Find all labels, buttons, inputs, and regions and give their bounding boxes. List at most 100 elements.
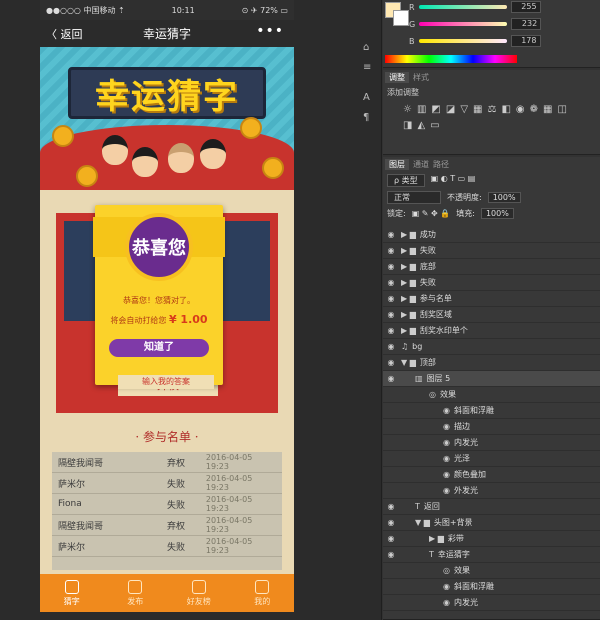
visibility-eye-icon[interactable]: ◉ <box>385 358 397 367</box>
invert-icon[interactable]: ◫ <box>557 104 566 115</box>
effect-icon: ◉ <box>443 438 450 447</box>
layer-row[interactable]: ◉ ▶ ▆ 底部 <box>383 259 600 275</box>
mixer-icon[interactable]: ❁ <box>530 104 538 115</box>
coin-icon <box>262 157 284 179</box>
tab-paths[interactable]: 路径 <box>433 159 449 170</box>
paragraph-icon[interactable]: ¶ <box>363 112 375 124</box>
layer-name: 内发光 <box>453 438 478 447</box>
blue-value[interactable]: 178 <box>510 35 541 47</box>
layer-row[interactable]: ◉ 内发光 <box>383 435 600 451</box>
layer-body: ▶ ▆ 失败 <box>397 245 436 256</box>
layer-row[interactable]: ◉ ▶ ▆ 成功 <box>383 227 600 243</box>
brightness-icon[interactable]: ☼ <box>403 104 412 115</box>
color-spectrum[interactable] <box>385 55 517 63</box>
visibility-eye-icon[interactable]: ◉ <box>385 278 397 287</box>
got-it-button[interactable]: 知道了 <box>109 339 209 357</box>
tab-puzzle[interactable]: 猜字 <box>40 574 104 612</box>
layers-panel: 图层 通道 路径 ρ 类型 ▣ ◐ T ▭ ▤ 正常 不透明度: 100% 锁定… <box>383 157 600 620</box>
visibility-eye-icon[interactable]: ◉ <box>385 246 397 255</box>
folder-icon: ▶ ▆ <box>401 294 416 303</box>
history-icon[interactable]: ⌂ <box>363 42 375 54</box>
filter-icons: ▣ ◐ T ▭ ▤ <box>430 174 476 183</box>
record-result: 弃权 <box>166 458 185 469</box>
hue-icon[interactable]: ▦ <box>473 104 482 115</box>
layer-row[interactable]: ◉ 内发光 <box>383 595 600 611</box>
record-result: 失败 <box>166 479 185 490</box>
photo-filter-icon[interactable]: ◉ <box>516 104 525 115</box>
layer-row[interactable]: ◉ ▶ ▆ 失败 <box>383 275 600 291</box>
tab-layers[interactable]: 图层 <box>385 159 409 170</box>
layer-row[interactable]: ◉ T 返回 <box>383 499 600 515</box>
visibility-eye-icon[interactable]: ◉ <box>385 262 397 271</box>
exposure-icon[interactable]: ◪ <box>446 104 455 115</box>
visibility-eye-icon[interactable]: ◉ <box>385 342 397 351</box>
panel-dock: ⌂ ≡ A ¶ <box>345 0 382 620</box>
layer-row[interactable]: ◉ 描边 <box>383 419 600 435</box>
curves-icon[interactable]: ◩ <box>431 104 440 115</box>
answer-input-button[interactable]: 输入我的答案 <box>118 375 214 389</box>
visibility-eye-icon[interactable]: ◉ <box>385 374 397 383</box>
layer-row[interactable]: ◎ 效果 <box>383 563 600 579</box>
layer-row[interactable]: ◉ ♫ bg <box>383 339 600 355</box>
tab-styles[interactable]: 样式 <box>413 72 429 83</box>
brush-icon[interactable]: ≡ <box>363 62 375 74</box>
fill-input[interactable]: 100% <box>480 208 514 219</box>
tab-friends[interactable]: 好友榜 <box>167 574 231 612</box>
layer-row[interactable]: ◉ T 幸运猜字 <box>383 547 600 563</box>
layer-name: 返回 <box>423 502 440 511</box>
visibility-eye-icon[interactable]: ◉ <box>385 294 397 303</box>
layer-row[interactable]: ◉ ▼ ▆ 顶部 <box>383 355 600 371</box>
layer-row[interactable]: ◉ ▶ ▆ 参与名单 <box>383 291 600 307</box>
folder-icon: ▶ ▆ <box>429 534 444 543</box>
red-value[interactable]: 255 <box>510 1 541 13</box>
more-button[interactable]: ••• <box>256 23 284 39</box>
layer-row[interactable]: ◉ ▼ ▆ 头图+背景 <box>383 515 600 531</box>
visibility-eye-icon[interactable]: ◉ <box>385 230 397 239</box>
layer-row[interactable]: ◉ 斜面和浮雕 <box>383 579 600 595</box>
layer-row[interactable]: ◉ ▥ 图层 5 <box>383 371 600 387</box>
layer-row[interactable]: ◉ 颜色叠加 <box>383 467 600 483</box>
layer-name: 外发光 <box>453 486 478 495</box>
threshold-icon[interactable]: ◭ <box>417 120 425 131</box>
visibility-eye-icon[interactable]: ◉ <box>385 310 397 319</box>
green-slider[interactable] <box>419 22 508 26</box>
bw-icon[interactable]: ◧ <box>501 104 510 115</box>
tab-channels[interactable]: 通道 <box>413 159 429 170</box>
posterize-icon[interactable]: ◨ <box>403 120 412 131</box>
layer-row[interactable]: ◉ ▶ ▆ 彩带 <box>383 531 600 547</box>
header-banner: 幸运猜字 <box>40 47 294 190</box>
tab-pencil[interactable]: 发布 <box>104 574 168 612</box>
banner-title: 幸运猜字 <box>68 67 266 119</box>
layer-row[interactable]: ◉ ▶ ▆ 失败 <box>383 243 600 259</box>
blend-mode-select[interactable]: 正常 <box>387 191 441 204</box>
layer-name: 参与名单 <box>419 294 452 303</box>
levels-icon[interactable]: ▥ <box>417 104 426 115</box>
visibility-eye-icon[interactable]: ◉ <box>385 534 397 543</box>
back-button[interactable]: 〈 返回 <box>46 26 83 42</box>
tab-user[interactable]: 我的 <box>231 574 295 612</box>
opacity-input[interactable]: 100% <box>487 192 521 203</box>
layer-row[interactable]: ◉ ▶ ▆ 刮奖区域 <box>383 307 600 323</box>
tab-adjust[interactable]: 调整 <box>385 72 409 83</box>
layer-row[interactable]: ◉ 光泽 <box>383 451 600 467</box>
green-value[interactable]: 232 <box>511 18 542 30</box>
visibility-eye-icon[interactable]: ◉ <box>385 502 397 511</box>
text-icon[interactable]: A <box>363 92 375 104</box>
gradient-map-icon[interactable]: ▭ <box>430 120 439 131</box>
visibility-eye-icon[interactable]: ◉ <box>385 518 397 527</box>
visibility-eye-icon[interactable]: ◉ <box>385 550 397 559</box>
lookup-icon[interactable]: ▦ <box>543 104 552 115</box>
layer-row[interactable]: ◎ 效果 <box>383 387 600 403</box>
folder-icon: ▶ ▆ <box>401 230 416 239</box>
layer-row[interactable]: ◉ ▶ ▆ 刮奖水印单个 <box>383 323 600 339</box>
visibility-eye-icon[interactable]: ◉ <box>385 326 397 335</box>
layer-row[interactable]: ◉ 外发光 <box>383 483 600 499</box>
balance-icon[interactable]: ⚖ <box>487 104 496 115</box>
background-swatch[interactable] <box>393 10 409 26</box>
vibrance-icon[interactable]: ▽ <box>460 104 468 115</box>
layer-row[interactable]: ◉ 斜面和浮雕 <box>383 403 600 419</box>
layer-filter-select[interactable]: ρ 类型 <box>387 174 425 187</box>
lock-icons[interactable]: ▣ ✎ ✥ 🔒 <box>412 209 451 218</box>
red-slider[interactable] <box>418 5 507 9</box>
blue-slider[interactable] <box>418 39 507 43</box>
